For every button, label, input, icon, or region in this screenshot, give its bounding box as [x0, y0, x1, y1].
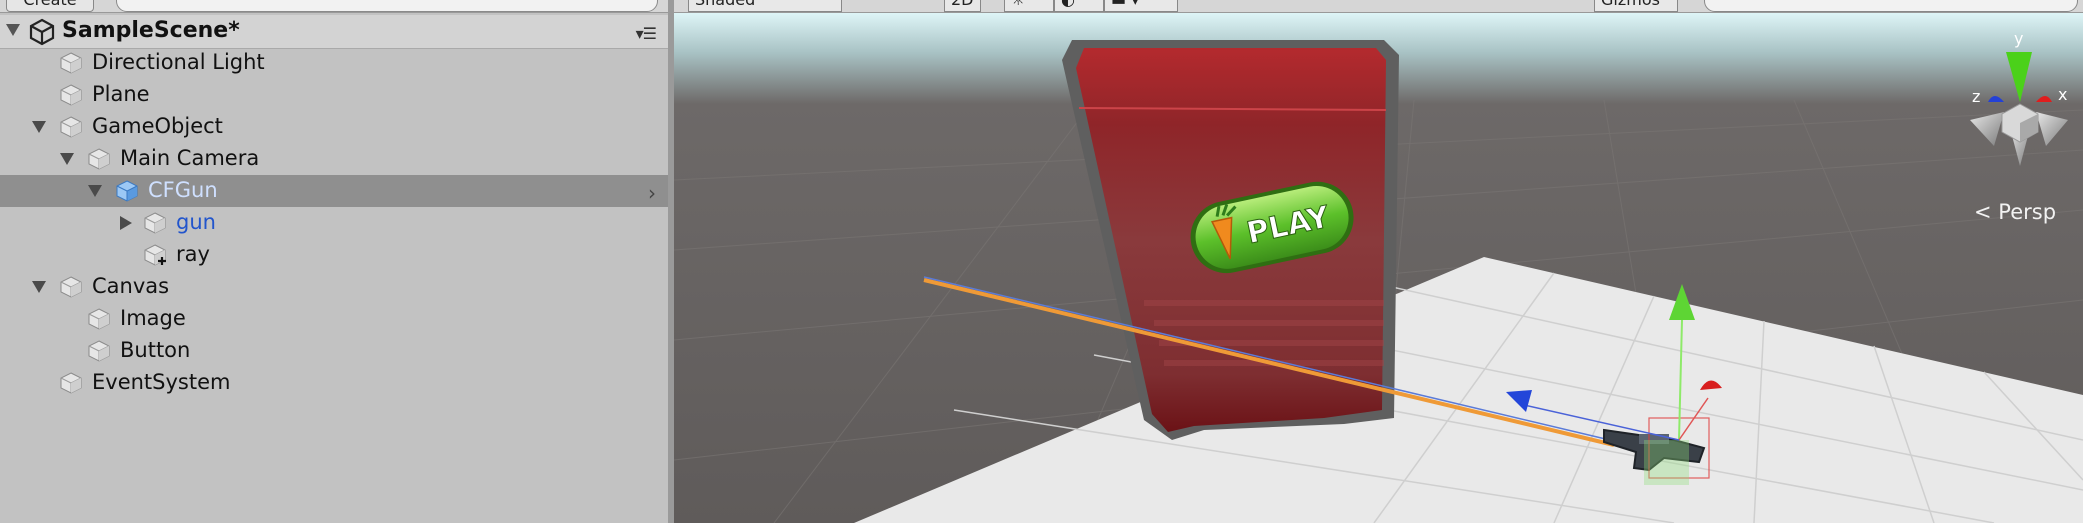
scene-search-input[interactable] [1704, 0, 2078, 12]
expand-arrow-icon[interactable] [32, 121, 46, 133]
hierarchy-search-input[interactable] [116, 0, 658, 12]
gameobject-cube-icon [60, 276, 82, 298]
hierarchy-item-label: CFGun [148, 178, 218, 202]
hierarchy-item-eventsystem[interactable]: EventSystem [0, 367, 668, 399]
hierarchy-item-label: Image [120, 306, 186, 330]
added-gameobject-icon [144, 244, 166, 266]
hierarchy-item-label: gun [176, 210, 216, 234]
hierarchy-item-ray[interactable]: ray [0, 239, 668, 271]
gizmo-z-label: z [1972, 87, 1980, 106]
hierarchy-item-cfgun[interactable]: CFGun › [0, 175, 668, 207]
scene-toolbar: Shaded 2D ☼ ◐ ▬ ▾ Gizmos [674, 0, 2083, 13]
hierarchy-item-plane[interactable]: Plane [0, 79, 668, 111]
gizmo-z-cone-icon[interactable] [1988, 96, 2004, 102]
gizmo-x-cone-icon[interactable] [2036, 96, 2052, 102]
gameobject-cube-icon [88, 308, 110, 330]
gameobject-cube-icon [60, 52, 82, 74]
2d-toggle-button[interactable]: 2D [944, 0, 981, 12]
persp-chevron-icon: < [1974, 200, 1992, 224]
hierarchy-item-label: Plane [92, 82, 150, 106]
gizmo-neg-x-cone-icon[interactable] [1970, 112, 2004, 146]
gizmo-y-label: y [2014, 29, 2023, 48]
hierarchy-item-button[interactable]: Button [0, 335, 668, 367]
open-prefab-chevron-icon[interactable]: › [648, 181, 656, 205]
expand-arrow-icon[interactable] [88, 185, 102, 197]
gizmo-x-label: x [2058, 85, 2067, 104]
hierarchy-item-directional-light[interactable]: Directional Light [0, 47, 668, 79]
effects-dropdown-icon[interactable]: ▬ ▾ [1104, 0, 1178, 12]
scene-view[interactable]: Shaded 2D ☼ ◐ ▬ ▾ Gizmos [674, 0, 2083, 523]
hierarchy-toolbar: Create [0, 0, 668, 13]
gameobject-cube-icon [60, 372, 82, 394]
hierarchy-item-label: Button [120, 338, 191, 362]
unity-logo-icon [29, 18, 55, 46]
scene-viewport[interactable]: PLAY [674, 0, 2083, 523]
hierarchy-item-gun[interactable]: gun [0, 207, 668, 239]
orientation-gizmo[interactable]: y z x [1964, 28, 2074, 168]
collapsed-arrow-icon[interactable] [120, 216, 132, 230]
persp-text: Persp [1998, 200, 2057, 224]
hierarchy-item-label: ray [176, 242, 210, 266]
projection-label[interactable]: < Persp [1974, 200, 2056, 224]
hierarchy-item-canvas[interactable]: Canvas [0, 271, 668, 303]
shading-mode-dropdown[interactable]: Shaded [688, 0, 842, 12]
scene-title: SampleScene* [62, 18, 240, 43]
hierarchy-item-label: Canvas [92, 274, 170, 298]
lighting-toggle-icon[interactable]: ☼ [1004, 0, 1054, 12]
audio-toggle-icon[interactable]: ◐ [1054, 0, 1104, 12]
gameobject-cube-icon [144, 212, 166, 234]
gameobject-cube-icon [60, 84, 82, 106]
hierarchy-item-label: Main Camera [120, 146, 260, 170]
gameobject-cube-icon [88, 340, 110, 362]
gameobject-cube-icon [88, 148, 110, 170]
expand-arrow-icon[interactable] [32, 281, 46, 293]
hierarchy-item-label: Directional Light [92, 50, 265, 74]
scene-menu-icon[interactable]: ▾☰ [636, 24, 657, 43]
scene-header-row[interactable]: SampleScene* ▾☰ [0, 15, 668, 49]
move-handle-xz-plane[interactable] [1644, 440, 1689, 485]
expand-arrow-icon[interactable] [60, 153, 74, 165]
hierarchy-item-label: GameObject [92, 114, 223, 138]
collapse-arrow-icon[interactable] [6, 24, 20, 36]
hierarchy-item-main-camera[interactable]: Main Camera [0, 143, 668, 175]
hierarchy-item-image[interactable]: Image [0, 303, 668, 335]
gizmos-dropdown[interactable]: Gizmos [1594, 0, 1678, 12]
gizmo-y-cone-icon[interactable] [2006, 52, 2032, 102]
hierarchy-item-label: EventSystem [92, 370, 231, 394]
gameobject-cube-icon [60, 116, 82, 138]
create-button[interactable]: Create [6, 0, 94, 12]
prefab-cube-icon [116, 180, 138, 202]
hierarchy-panel: Create SampleScene* ▾☰ Directional Light… [0, 0, 674, 523]
hierarchy-item-gameobject[interactable]: GameObject [0, 111, 668, 143]
gizmo-neg-z-cone-icon[interactable] [2036, 112, 2068, 146]
